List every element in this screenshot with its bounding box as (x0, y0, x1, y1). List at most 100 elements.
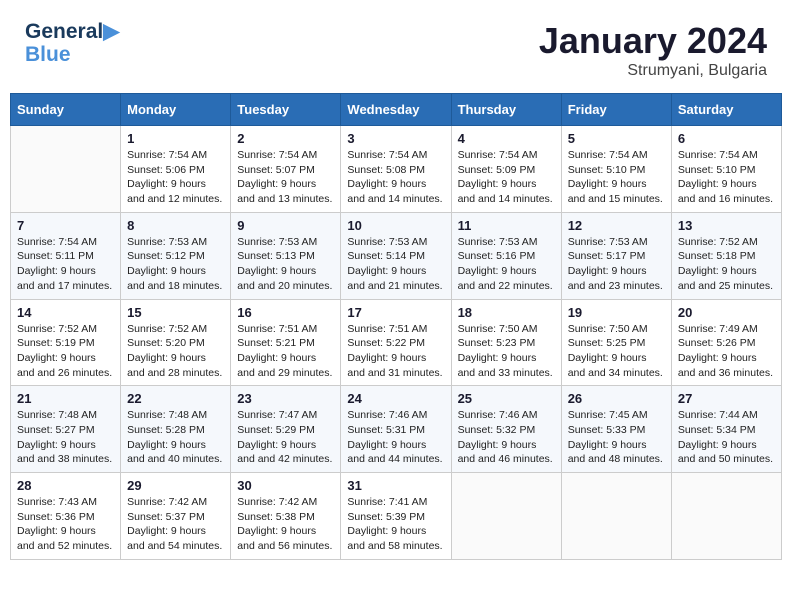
sunset: Sunset: 5:08 PM (347, 163, 444, 178)
daylight-hours: Daylight: 9 hours (127, 351, 224, 366)
calendar-cell: 9Sunrise: 7:53 AMSunset: 5:13 PMDaylight… (231, 212, 341, 299)
daylight-hours: Daylight: 9 hours (568, 438, 665, 453)
calendar-cell (671, 473, 781, 560)
sunset: Sunset: 5:32 PM (458, 423, 555, 438)
sunrise: Sunrise: 7:52 AM (678, 235, 775, 250)
day-info: Sunrise: 7:54 AMSunset: 5:09 PMDaylight:… (458, 148, 555, 207)
daylight-minutes: and and 20 minutes. (237, 279, 334, 294)
daylight-hours: Daylight: 9 hours (17, 264, 114, 279)
daylight-hours: Daylight: 9 hours (568, 264, 665, 279)
calendar-cell (561, 473, 671, 560)
day-number: 18 (458, 305, 555, 320)
daylight-minutes: and and 22 minutes. (458, 279, 555, 294)
sunrise: Sunrise: 7:47 AM (237, 408, 334, 423)
day-number: 4 (458, 131, 555, 146)
sunset: Sunset: 5:27 PM (17, 423, 114, 438)
daylight-hours: Daylight: 9 hours (347, 524, 444, 539)
calendar-cell: 5Sunrise: 7:54 AMSunset: 5:10 PMDaylight… (561, 126, 671, 213)
logo-blue: Blue (25, 43, 119, 66)
calendar-cell: 26Sunrise: 7:45 AMSunset: 5:33 PMDayligh… (561, 386, 671, 473)
calendar-cell (11, 126, 121, 213)
sunrise: Sunrise: 7:42 AM (237, 495, 334, 510)
daylight-hours: Daylight: 9 hours (237, 351, 334, 366)
calendar-cell: 27Sunrise: 7:44 AMSunset: 5:34 PMDayligh… (671, 386, 781, 473)
calendar-cell: 20Sunrise: 7:49 AMSunset: 5:26 PMDayligh… (671, 299, 781, 386)
day-info: Sunrise: 7:54 AMSunset: 5:07 PMDaylight:… (237, 148, 334, 207)
calendar-cell: 11Sunrise: 7:53 AMSunset: 5:16 PMDayligh… (451, 212, 561, 299)
sunset: Sunset: 5:06 PM (127, 163, 224, 178)
daylight-minutes: and and 38 minutes. (17, 452, 114, 467)
day-number: 16 (237, 305, 334, 320)
daylight-minutes: and and 23 minutes. (568, 279, 665, 294)
daylight-hours: Daylight: 9 hours (127, 264, 224, 279)
calendar-cell: 13Sunrise: 7:52 AMSunset: 5:18 PMDayligh… (671, 212, 781, 299)
day-info: Sunrise: 7:54 AMSunset: 5:06 PMDaylight:… (127, 148, 224, 207)
sunset: Sunset: 5:18 PM (678, 249, 775, 264)
logo-text: General▶ (25, 20, 119, 43)
calendar-table: SundayMondayTuesdayWednesdayThursdayFrid… (10, 93, 782, 560)
day-info: Sunrise: 7:42 AMSunset: 5:38 PMDaylight:… (237, 495, 334, 554)
week-row-1: 1Sunrise: 7:54 AMSunset: 5:06 PMDaylight… (11, 126, 782, 213)
daylight-minutes: and and 44 minutes. (347, 452, 444, 467)
daylight-minutes: and and 46 minutes. (458, 452, 555, 467)
daylight-minutes: and and 18 minutes. (127, 279, 224, 294)
day-number: 15 (127, 305, 224, 320)
sunset: Sunset: 5:17 PM (568, 249, 665, 264)
day-info: Sunrise: 7:48 AMSunset: 5:28 PMDaylight:… (127, 408, 224, 467)
weekday-header-friday: Friday (561, 94, 671, 126)
sunrise: Sunrise: 7:53 AM (237, 235, 334, 250)
month-title: January 2024 (539, 20, 767, 62)
sunset: Sunset: 5:16 PM (458, 249, 555, 264)
day-info: Sunrise: 7:54 AMSunset: 5:08 PMDaylight:… (347, 148, 444, 207)
day-number: 23 (237, 391, 334, 406)
calendar-cell: 6Sunrise: 7:54 AMSunset: 5:10 PMDaylight… (671, 126, 781, 213)
sunset: Sunset: 5:25 PM (568, 336, 665, 351)
daylight-hours: Daylight: 9 hours (458, 438, 555, 453)
sunrise: Sunrise: 7:41 AM (347, 495, 444, 510)
sunrise: Sunrise: 7:51 AM (347, 322, 444, 337)
sunrise: Sunrise: 7:54 AM (17, 235, 114, 250)
daylight-minutes: and and 34 minutes. (568, 366, 665, 381)
calendar-cell: 16Sunrise: 7:51 AMSunset: 5:21 PMDayligh… (231, 299, 341, 386)
day-number: 30 (237, 478, 334, 493)
day-number: 21 (17, 391, 114, 406)
daylight-hours: Daylight: 9 hours (127, 177, 224, 192)
day-info: Sunrise: 7:48 AMSunset: 5:27 PMDaylight:… (17, 408, 114, 467)
day-number: 8 (127, 218, 224, 233)
daylight-hours: Daylight: 9 hours (237, 438, 334, 453)
sunrise: Sunrise: 7:45 AM (568, 408, 665, 423)
sunset: Sunset: 5:31 PM (347, 423, 444, 438)
daylight-minutes: and and 29 minutes. (237, 366, 334, 381)
daylight-minutes: and and 33 minutes. (458, 366, 555, 381)
daylight-minutes: and and 17 minutes. (17, 279, 114, 294)
daylight-minutes: and and 50 minutes. (678, 452, 775, 467)
day-info: Sunrise: 7:54 AMSunset: 5:10 PMDaylight:… (678, 148, 775, 207)
daylight-hours: Daylight: 9 hours (347, 264, 444, 279)
day-number: 29 (127, 478, 224, 493)
sunset: Sunset: 5:21 PM (237, 336, 334, 351)
weekday-header-wednesday: Wednesday (341, 94, 451, 126)
day-info: Sunrise: 7:52 AMSunset: 5:18 PMDaylight:… (678, 235, 775, 294)
sunrise: Sunrise: 7:49 AM (678, 322, 775, 337)
sunset: Sunset: 5:33 PM (568, 423, 665, 438)
daylight-minutes: and and 13 minutes. (237, 192, 334, 207)
calendar-cell: 3Sunrise: 7:54 AMSunset: 5:08 PMDaylight… (341, 126, 451, 213)
sunrise: Sunrise: 7:54 AM (458, 148, 555, 163)
calendar-cell: 29Sunrise: 7:42 AMSunset: 5:37 PMDayligh… (121, 473, 231, 560)
day-number: 1 (127, 131, 224, 146)
calendar-cell: 12Sunrise: 7:53 AMSunset: 5:17 PMDayligh… (561, 212, 671, 299)
day-info: Sunrise: 7:46 AMSunset: 5:32 PMDaylight:… (458, 408, 555, 467)
day-info: Sunrise: 7:53 AMSunset: 5:14 PMDaylight:… (347, 235, 444, 294)
calendar-cell: 18Sunrise: 7:50 AMSunset: 5:23 PMDayligh… (451, 299, 561, 386)
sunset: Sunset: 5:09 PM (458, 163, 555, 178)
day-info: Sunrise: 7:53 AMSunset: 5:17 PMDaylight:… (568, 235, 665, 294)
sunset: Sunset: 5:22 PM (347, 336, 444, 351)
calendar-cell: 28Sunrise: 7:43 AMSunset: 5:36 PMDayligh… (11, 473, 121, 560)
day-number: 17 (347, 305, 444, 320)
sunset: Sunset: 5:10 PM (678, 163, 775, 178)
daylight-minutes: and and 52 minutes. (17, 539, 114, 554)
day-number: 22 (127, 391, 224, 406)
calendar-cell: 15Sunrise: 7:52 AMSunset: 5:20 PMDayligh… (121, 299, 231, 386)
day-info: Sunrise: 7:50 AMSunset: 5:25 PMDaylight:… (568, 322, 665, 381)
sunrise: Sunrise: 7:54 AM (237, 148, 334, 163)
